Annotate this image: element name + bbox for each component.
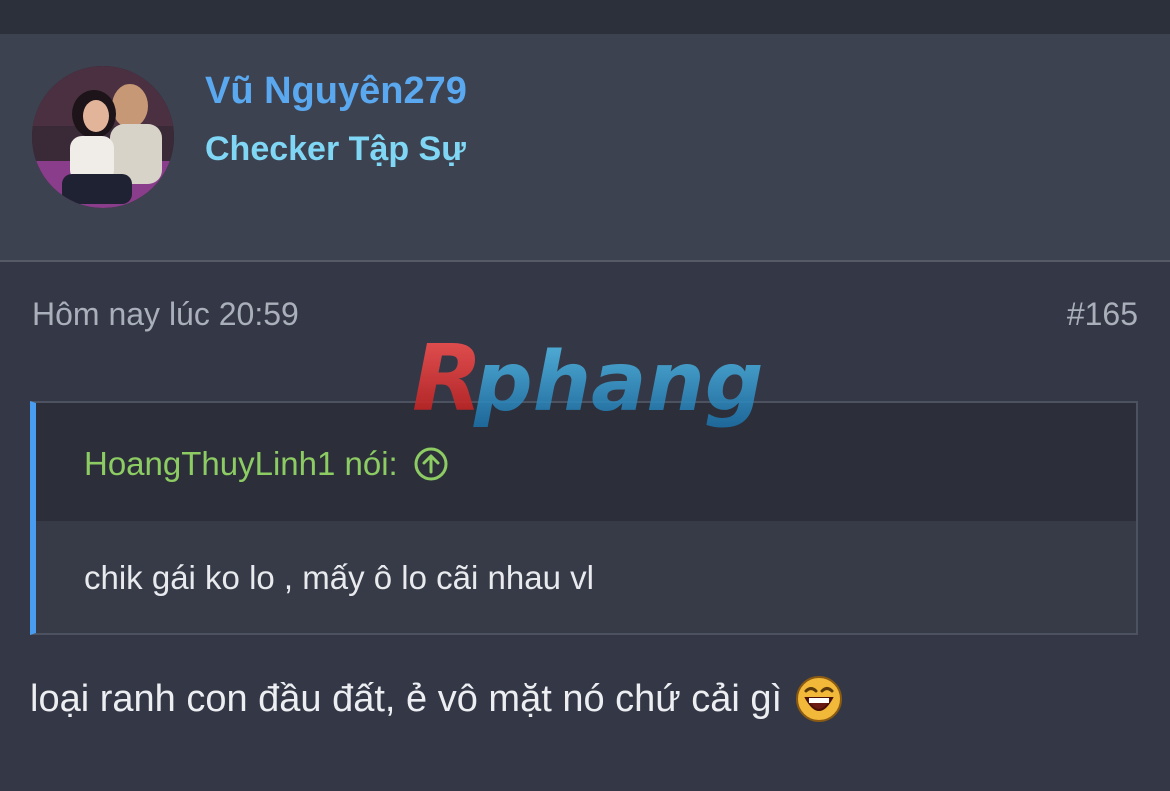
message-text: loại ranh con đầu đất, ẻ vô mặt nó chứ c… (30, 677, 783, 720)
quote-author-label: HoangThuyLinh1 nói: (84, 445, 398, 482)
top-strip (0, 0, 1170, 34)
watermark-letter-r: R (412, 325, 483, 430)
post-timestamp[interactable]: Hôm nay lúc 20:59 (32, 296, 299, 333)
post-number[interactable]: #165 (1067, 296, 1138, 333)
quote-author[interactable]: HoangThuyLinh1 nói: (84, 445, 448, 483)
user-title: Checker Tập Sự (205, 130, 466, 168)
rphang-watermark: R phang (412, 320, 763, 432)
avatar-photo (32, 66, 174, 208)
arrow-up-circle-icon[interactable] (414, 447, 448, 481)
watermark-rest: phang (473, 335, 762, 430)
laughing-face-icon (794, 674, 844, 724)
user-avatar[interactable] (32, 66, 174, 208)
post-user-header: Vũ Nguyên279 Checker Tập Sự (0, 34, 1170, 262)
quote-text: chik gái ko lo , mấy ô lo cãi nhau vl (84, 559, 594, 596)
post-message: loại ranh con đầu đất, ẻ vô mặt nó chứ c… (30, 674, 844, 724)
quote-block: HoangThuyLinh1 nói: chik gái ko lo , mấy… (30, 401, 1138, 635)
username[interactable]: Vũ Nguyên279 (205, 70, 467, 113)
